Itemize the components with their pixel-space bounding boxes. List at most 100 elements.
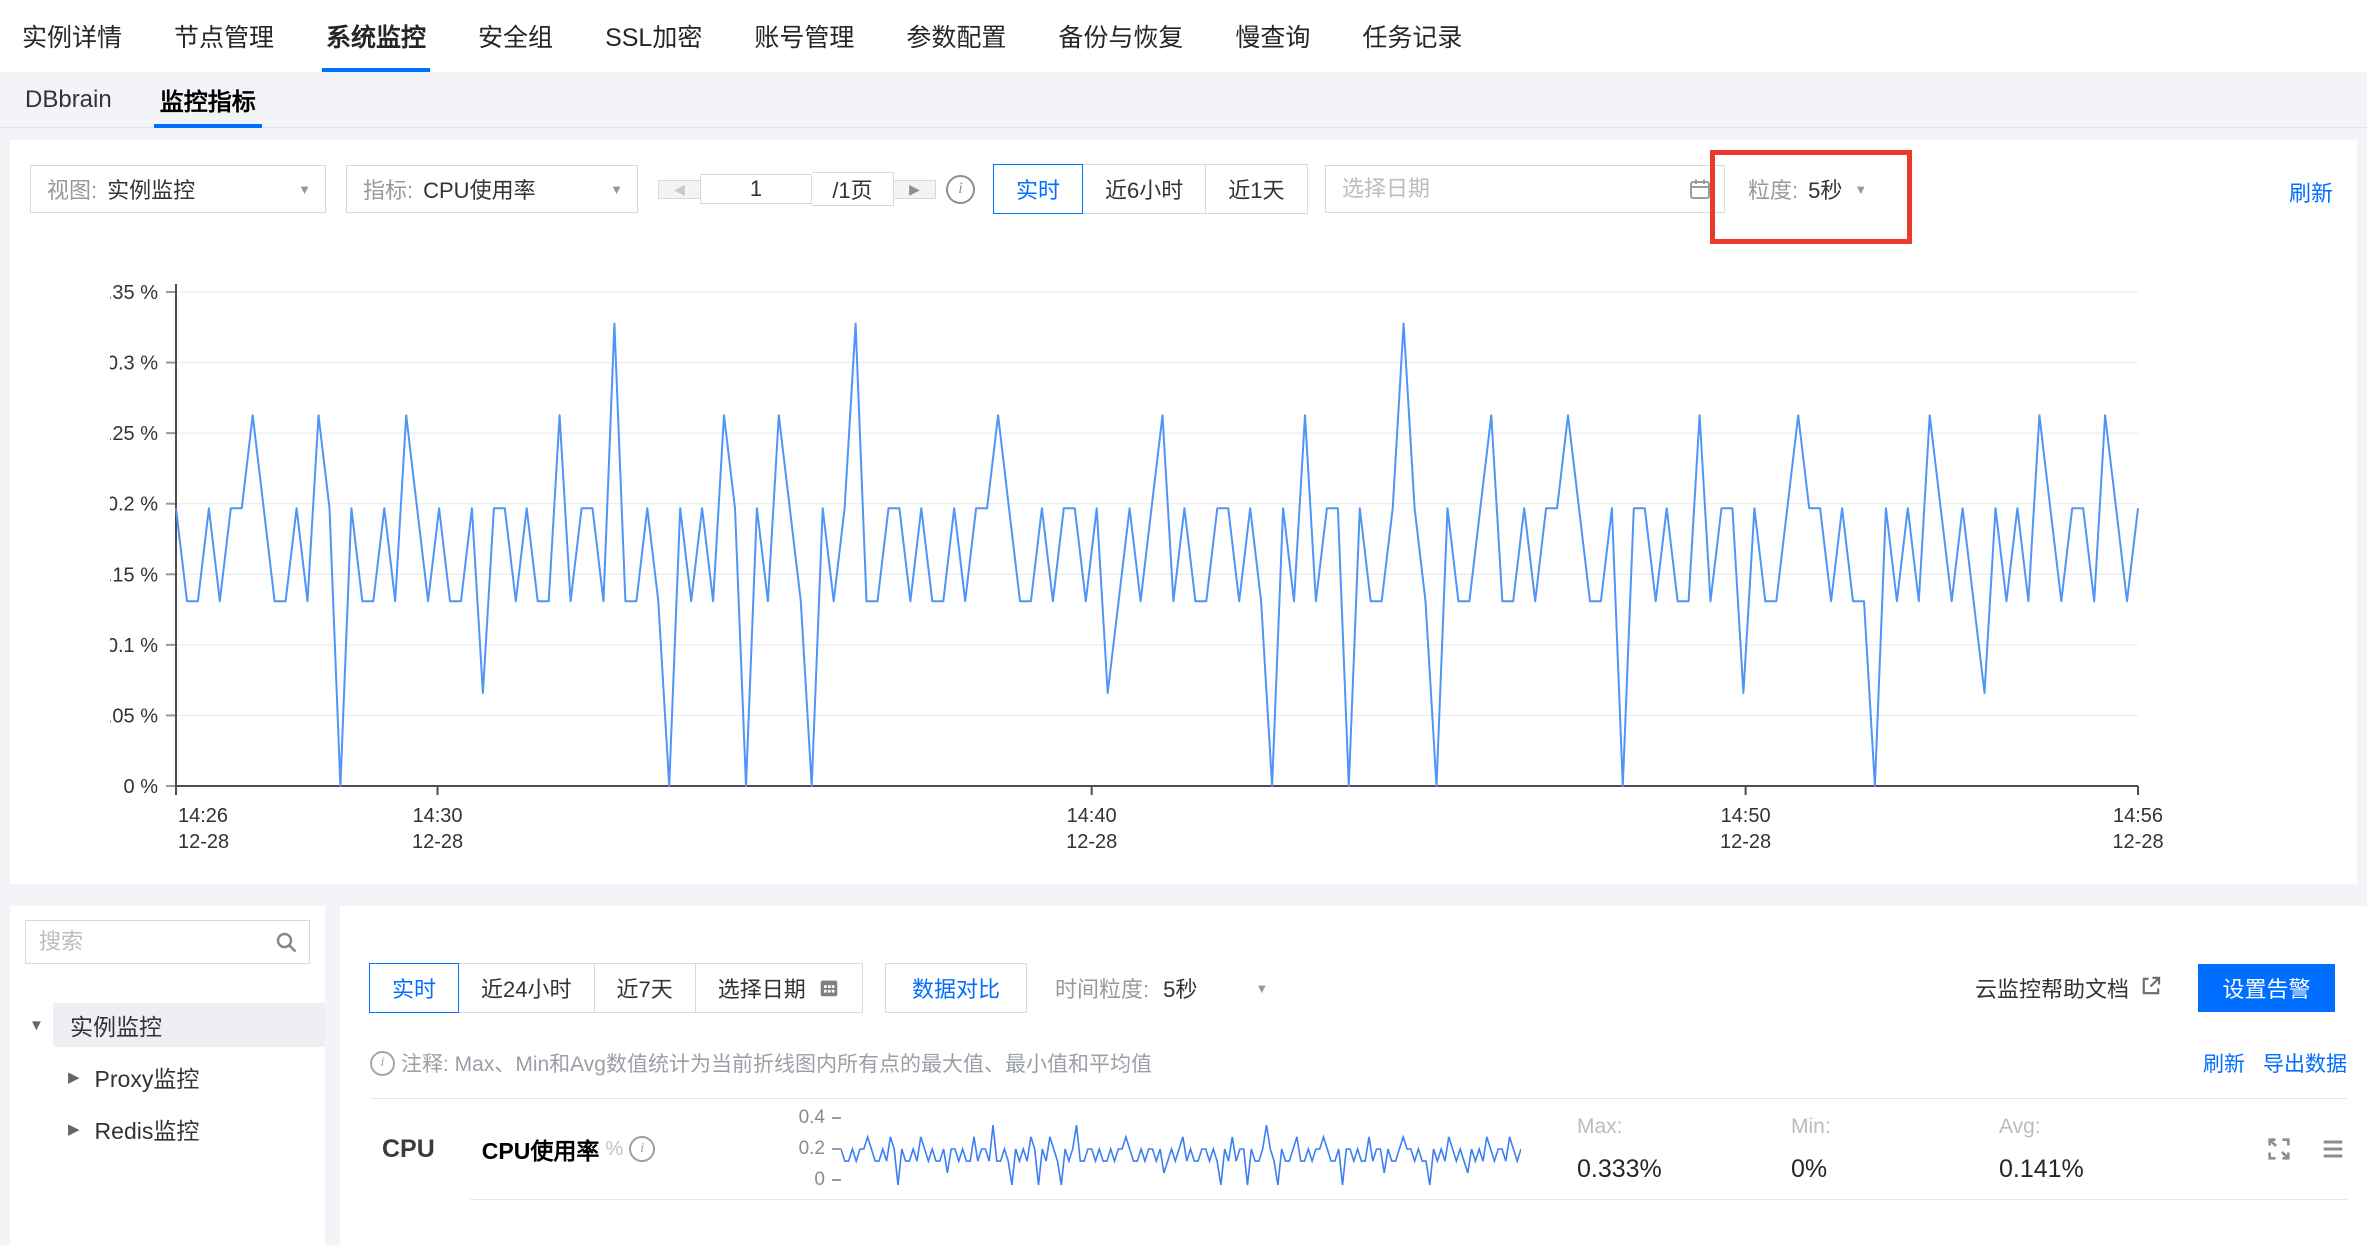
menu-icon[interactable]	[2319, 1135, 2347, 1163]
date-input[interactable]	[1326, 166, 1684, 212]
time-granularity-value: 5秒	[1163, 972, 1197, 1004]
svg-text:14:50: 14:50	[1721, 805, 1771, 827]
time-granularity-select[interactable]: 时间粒度: 5秒 ▼	[1055, 963, 1268, 1013]
cpu-metric-row: CPU CPU使用率 % i 0.40.20 Max: 0.333% Min: …	[340, 1099, 2347, 1199]
svg-text:0.35 %: 0.35 %	[110, 282, 158, 304]
caret-down-icon[interactable]: ▼	[29, 1017, 44, 1034]
top-tab-1[interactable]: 节点管理	[174, 0, 274, 72]
top-range-btn-2[interactable]: 近1天	[1205, 164, 1307, 214]
min-value: 0%	[1791, 1155, 1999, 1184]
tree-item-0[interactable]: ▶ Proxy监控	[68, 1055, 325, 1099]
note-text-wrap: i 注释: Max、Min和Avg数值统计为当前折线图内所有点的最大值、最小值和…	[370, 1048, 1152, 1078]
cpu-usage-line-chart: 0.35 %0.3 %0.25 %0.2 %0.15 %0.1 %0.05 %0…	[110, 280, 2180, 860]
m-range-btn-3[interactable]: 选择日期	[695, 963, 863, 1013]
help-link-text: 云监控帮助文档	[1975, 972, 2129, 1004]
svg-text:14:26: 14:26	[178, 805, 228, 827]
cpu-sparkline-chart	[841, 1107, 1521, 1191]
granularity-select[interactable]: 粒度: 5秒 ▼	[1748, 165, 1867, 213]
calendar-icon	[1688, 177, 1712, 207]
pagination-info[interactable]: i	[946, 165, 975, 213]
top-tab-0[interactable]: 实例详情	[22, 0, 122, 72]
range-label: 近6小时	[1105, 173, 1183, 205]
page-prev-button[interactable]: ◀	[658, 180, 700, 199]
metric-name: CPU使用率	[482, 1132, 600, 1166]
metric-unit: %	[605, 1138, 623, 1161]
metrics-time-range-group: 实时近24小时近7天选择日期	[370, 963, 863, 1013]
page-number-input[interactable]	[700, 174, 812, 204]
metrics-panel: 实时近24小时近7天选择日期 数据对比 时间粒度: 5秒 ▼ 云监控帮助文档 设…	[340, 906, 2367, 1245]
metric-select[interactable]: 指标: CPU使用率 ▼	[346, 165, 638, 213]
metrics-refresh-link[interactable]: 刷新	[2203, 1048, 2245, 1078]
svg-text:0.15 %: 0.15 %	[110, 564, 158, 586]
row-icons	[2265, 1135, 2347, 1163]
chart-pagination: ◀ /1页 ▶	[658, 165, 936, 213]
fullscreen-icon[interactable]	[2265, 1135, 2293, 1163]
range-label: 选择日期	[718, 972, 806, 1004]
page-total-label: /1页	[812, 172, 894, 206]
avg-label: Avg:	[1999, 1115, 2259, 1139]
note-row: i 注释: Max、Min和Avg数值统计为当前折线图内所有点的最大值、最小值和…	[370, 1047, 2347, 1079]
top-tab-7[interactable]: 备份与恢复	[1058, 0, 1183, 72]
top-range-btn-0[interactable]: 实时	[993, 164, 1083, 214]
metric-stats: Max: 0.333% Min: 0% Avg: 0.141%	[1577, 1115, 2259, 1184]
data-compare-wrap: 数据对比	[885, 963, 1027, 1013]
svg-text:0.3 %: 0.3 %	[110, 353, 158, 375]
svg-text:0.25 %: 0.25 %	[110, 423, 158, 445]
spark-y-label: 0.4	[761, 1107, 841, 1129]
top-tab-4[interactable]: SSL加密	[605, 0, 702, 72]
view-select-label: 视图:	[47, 173, 97, 205]
m-range-btn-2[interactable]: 近7天	[594, 963, 696, 1013]
export-data-link[interactable]: 导出数据	[2263, 1048, 2347, 1078]
view-select-value: 实例监控	[107, 173, 195, 205]
top-tab-8[interactable]: 慢查询	[1235, 0, 1310, 72]
tree-item-1[interactable]: ▶Redis监控	[68, 1107, 325, 1151]
svg-text:0 %: 0 %	[124, 776, 159, 798]
page-next-button[interactable]: ▶	[894, 180, 936, 199]
sub-tab-0[interactable]: DBbrain	[25, 72, 112, 127]
avg-value: 0.141%	[1999, 1155, 2259, 1184]
date-picker[interactable]	[1325, 165, 1725, 213]
m-range-btn-1[interactable]: 近24小时	[458, 963, 594, 1013]
granularity-label: 粒度:	[1748, 173, 1798, 205]
metric-name-wrap: CPU使用率 % i	[482, 1132, 761, 1166]
tree-item-label: 实例监控	[70, 1008, 162, 1042]
data-compare-button[interactable]: 数据对比	[885, 963, 1027, 1013]
top-nav-tabs: 实例详情节点管理系统监控安全组 SSL加密账号管理参数配置备份与恢复慢查询任务记录	[0, 0, 2367, 72]
caret-right-icon[interactable]: ▶	[68, 1068, 80, 1086]
search-icon[interactable]	[274, 930, 299, 960]
svg-text:0.1 %: 0.1 %	[110, 635, 158, 657]
chevron-down-icon: ▼	[1854, 182, 1867, 197]
sub-tab-1[interactable]: 监控指标	[160, 72, 256, 127]
top-tab-6[interactable]: 参数配置	[906, 0, 1006, 72]
top-tab-3[interactable]: 安全组	[478, 0, 553, 72]
range-label: 实时	[1016, 173, 1060, 205]
metric-select-value: CPU使用率	[423, 173, 535, 205]
cloud-monitor-help-link[interactable]: 云监控帮助文档	[1975, 963, 2162, 1013]
top-tab-2[interactable]: 系统监控	[326, 0, 426, 72]
note-text: 注释: Max、Min和Avg数值统计为当前折线图内所有点的最大值、最小值和平均…	[401, 1048, 1152, 1078]
spark-y-label: 0	[761, 1169, 841, 1191]
monitor-chart-panel: 视图: 实例监控 ▼ 指标: CPU使用率 ▼ ◀ /1页 ▶ i 实时 近6小时…	[10, 140, 2357, 884]
svg-text:0.2 %: 0.2 %	[110, 494, 158, 516]
view-select[interactable]: 视图: 实例监控 ▼	[30, 165, 326, 213]
top-range-btn-1[interactable]: 近6小时	[1082, 164, 1206, 214]
chart-refresh-link[interactable]: 刷新	[2289, 176, 2333, 208]
note-links: 刷新 导出数据	[2203, 1048, 2347, 1078]
top-tab-5[interactable]: 账号管理	[754, 0, 854, 72]
tree-item-instance-monitor[interactable]: ▼实例监控	[53, 1003, 325, 1047]
tree-item-label: Proxy监控	[95, 1060, 200, 1094]
set-alarm-button[interactable]: 设置告警	[2198, 964, 2335, 1012]
range-label: 近24小时	[481, 972, 571, 1004]
metric-select-label: 指标:	[363, 173, 413, 205]
m-range-btn-0[interactable]: 实时	[369, 963, 459, 1013]
calendar-icon	[818, 977, 840, 999]
chevron-down-icon: ▼	[610, 182, 623, 197]
max-label: Max:	[1577, 1115, 1791, 1139]
stat-max: Max: 0.333%	[1577, 1115, 1791, 1184]
top-tab-9[interactable]: 任务记录	[1362, 0, 1462, 72]
caret-right-icon[interactable]: ▶	[68, 1120, 80, 1138]
info-icon[interactable]: i	[629, 1136, 655, 1162]
max-value: 0.333%	[1577, 1155, 1791, 1184]
svg-text:14:30: 14:30	[413, 805, 463, 827]
search-input[interactable]	[26, 921, 271, 963]
